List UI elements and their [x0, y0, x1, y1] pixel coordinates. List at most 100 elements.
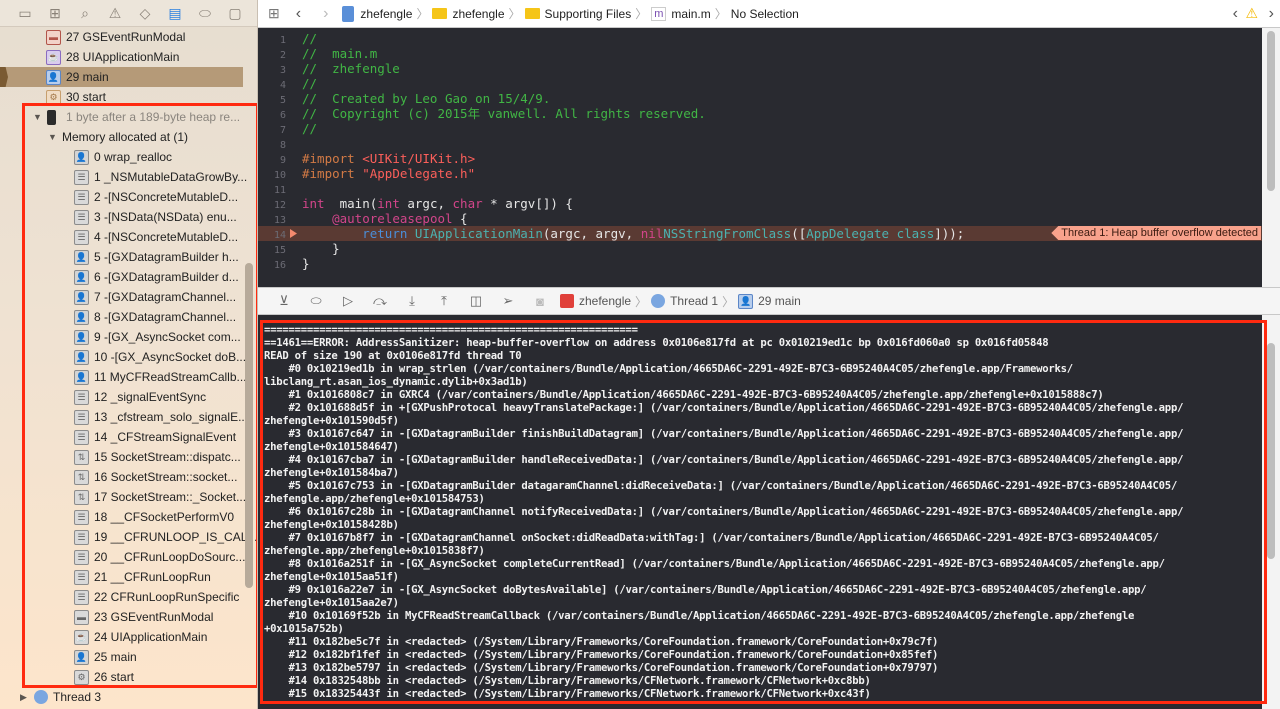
allocation-frame[interactable]: ☰ 19 __CFRUNLOOP_IS_CAL... [0, 527, 257, 547]
allocation-frame[interactable]: ☰ 4 -[NSConcreteMutableD... [0, 227, 243, 247]
editor-scrollbar[interactable] [1267, 31, 1275, 191]
frame-label: 5 -[GXDatagramBuilder h... [94, 250, 239, 264]
thread-3[interactable]: ▶ Thread 3 [0, 687, 243, 707]
report-icon[interactable]: ▢ [220, 5, 250, 22]
asan-issue[interactable]: ▼ 1 byte after a 189-byte heap re... [0, 107, 243, 127]
memory-allocated-group[interactable]: ▼ Memory allocated at (1) [0, 127, 243, 147]
error-marker-icon [290, 229, 297, 238]
crumb-file[interactable]: main.m [671, 7, 710, 21]
allocation-frame[interactable]: ☰ 2 -[NSConcreteMutableD... [0, 187, 243, 207]
stack-frame[interactable]: ☕ 28 UIApplicationMain [0, 47, 243, 67]
debug-navigator-icon[interactable]: ▤ [160, 5, 190, 22]
folder-icon [432, 8, 448, 19]
view-debugger-icon[interactable]: ◫ [460, 293, 492, 309]
thread-crumb[interactable]: Thread 1 [670, 294, 718, 308]
allocation-frame[interactable]: ☰ 20 __CFRunLoopDoSourc... [0, 547, 245, 567]
hierarchy-icon[interactable]: ⊞ [40, 5, 70, 22]
allocation-frame[interactable]: ⇅ 17 SocketStream::_Socket... [0, 487, 246, 507]
code-token: #import [302, 151, 363, 166]
console-output[interactable]: ========================================… [258, 315, 1280, 709]
frame-crumb[interactable]: 29 main [758, 294, 801, 308]
allocation-frame[interactable]: 👤 10 -[GX_AsyncSocket doB... [0, 347, 246, 367]
stack-frame[interactable]: ▬ 27 GSEventRunModal [0, 27, 243, 47]
allocation-frame[interactable]: 👤 6 -[GXDatagramBuilder d... [0, 267, 243, 287]
back-icon[interactable]: ‹ [296, 5, 301, 23]
allocation-frame[interactable]: ☕ 24 UIApplicationMain [0, 627, 243, 647]
allocation-frame[interactable]: ☰ 12 _signalEventSync [0, 387, 243, 407]
frame-label: 11 MyCFReadStreamCallb... [94, 370, 247, 384]
allocation-frame[interactable]: 👤 0 wrap_realloc [0, 147, 243, 167]
gray-user-frame-icon: 👤 [74, 289, 89, 305]
allocation-frame[interactable]: ▬ 23 GSEventRunModal [0, 607, 243, 627]
next-issue-icon[interactable]: › [1269, 5, 1274, 23]
allocation-frame[interactable]: ⚙ 26 start [0, 667, 243, 687]
crumb-selection[interactable]: No Selection [731, 7, 799, 21]
step-out-icon[interactable]: ⤒ [428, 293, 460, 309]
thread-icon [651, 294, 666, 308]
breakpoints-toggle-icon[interactable]: ⬭ [300, 293, 332, 309]
location-icon[interactable]: ➢ [492, 293, 524, 309]
allocation-frame[interactable]: 👤 9 -[GX_AsyncSocket com... [0, 327, 243, 347]
crumb-project[interactable]: zhefengle [360, 7, 412, 21]
breakpoint-tag-icon[interactable]: ⬭ [190, 5, 220, 22]
console-line: #7 0x10167b8f7 in -[GXDatagramChannel on… [264, 532, 1159, 544]
process-crumb[interactable]: zhefengle [579, 294, 631, 308]
search-icon[interactable]: ⌕ [70, 5, 100, 22]
continue-icon[interactable]: ▷ [332, 293, 364, 309]
console-line: #8 0x1016a251f in -[GX_AsyncSocket compl… [264, 558, 1166, 570]
previous-issue-icon[interactable]: ‹ [1233, 5, 1238, 23]
warning-icon[interactable]: ⚠ [100, 5, 130, 22]
allocation-frame[interactable]: ⇅ 15 SocketStream::dispatc... [0, 447, 243, 467]
allocation-frame[interactable]: ☰ 21 __CFRunLoopRun [0, 567, 243, 587]
disclosure-triangle-icon[interactable]: ▼ [33, 112, 47, 122]
crumb-supporting-files[interactable]: Supporting Files [545, 7, 632, 21]
folder-icon[interactable]: ▭ [10, 5, 40, 22]
editor-scroll-track [1262, 28, 1280, 287]
frame-label: 30 start [66, 90, 107, 104]
console-line: #0 0x10219ed1b in wrap_strlen (/var/cont… [264, 363, 1074, 375]
step-into-icon[interactable]: ⤓ [396, 293, 428, 309]
hide-debug-area-icon[interactable]: ⊻ [268, 293, 300, 309]
disclosure-triangle-icon[interactable]: ▼ [48, 132, 62, 142]
camera-icon[interactable]: ◙ [524, 294, 556, 309]
allocation-frame[interactable]: ☰ 13 _cfstream_solo_signalE... [0, 407, 248, 427]
source-editor[interactable]: 1//2// main.m 3// zhefengle 4//5// Created… [258, 28, 1280, 287]
cup-frame-icon: ☕ [46, 49, 61, 65]
socket-frame-icon: ⇅ [74, 449, 89, 465]
thread-icon [34, 690, 48, 704]
forward-icon[interactable]: › [323, 5, 328, 23]
crumb-separator: 〉 [635, 294, 648, 309]
step-over-icon[interactable]: ⤼ [364, 293, 396, 309]
related-items-icon[interactable]: ⊞ [268, 5, 280, 22]
allocation-frame[interactable]: ☰ 18 __CFSocketPerformV0 [0, 507, 243, 527]
sidebar-scrollbar[interactable] [245, 263, 253, 588]
stack-frame[interactable]: ⚙ 30 start [0, 87, 243, 107]
allocation-frame[interactable]: 👤 25 main [0, 647, 243, 667]
code-token: ([ [791, 226, 807, 241]
allocation-frame[interactable]: ☰ 14 _CFStreamSignalEvent [0, 427, 243, 447]
console-line: zhefengle+0x101584ba7) [264, 467, 399, 479]
allocation-frame[interactable]: ☰ 1 _NSMutableDataGrowBy... [0, 167, 247, 187]
crumb-group[interactable]: zhefengle [452, 7, 504, 21]
allocation-frame[interactable]: ☰ 3 -[NSData(NSData) enu... [0, 207, 243, 227]
allocation-frame[interactable]: 👤 8 -[GXDatagramChannel... [0, 307, 243, 327]
frame-label: 15 SocketStream::dispatc... [94, 450, 241, 464]
issue-badge[interactable]: Thread 1: Heap buffer overflow detected [1051, 226, 1261, 240]
breakpoint-diamond-icon[interactable]: ◇ [130, 5, 160, 22]
allocation-frame[interactable]: 👤 11 MyCFReadStreamCallb... [0, 367, 247, 387]
frame-label: 8 -[GXDatagramChannel... [94, 310, 237, 324]
allocation-frame[interactable]: ⇅ 16 SocketStream::socket... [0, 467, 243, 487]
line-number: 16 [273, 260, 286, 271]
console-line: zhefengle+0x101584647) [264, 441, 399, 453]
disclosure-triangle-icon[interactable]: ▶ [20, 692, 34, 703]
frame-label: 26 start [94, 670, 135, 684]
warning-icon[interactable]: ⚠ [1245, 5, 1258, 22]
allocation-frame[interactable]: ☰ 22 CFRunLoopRunSpecific [0, 587, 243, 607]
stack-frame[interactable]: 👤 29 main [0, 67, 243, 87]
frame-label: 21 __CFRunLoopRun [94, 570, 211, 584]
console-scrollbar[interactable] [1267, 343, 1275, 559]
allocation-frame[interactable]: 👤 5 -[GXDatagramBuilder h... [0, 247, 243, 267]
console-line: zhefengle+0x1015aa2e7) [264, 597, 399, 609]
allocation-frame[interactable]: 👤 7 -[GXDatagramChannel... [0, 287, 243, 307]
